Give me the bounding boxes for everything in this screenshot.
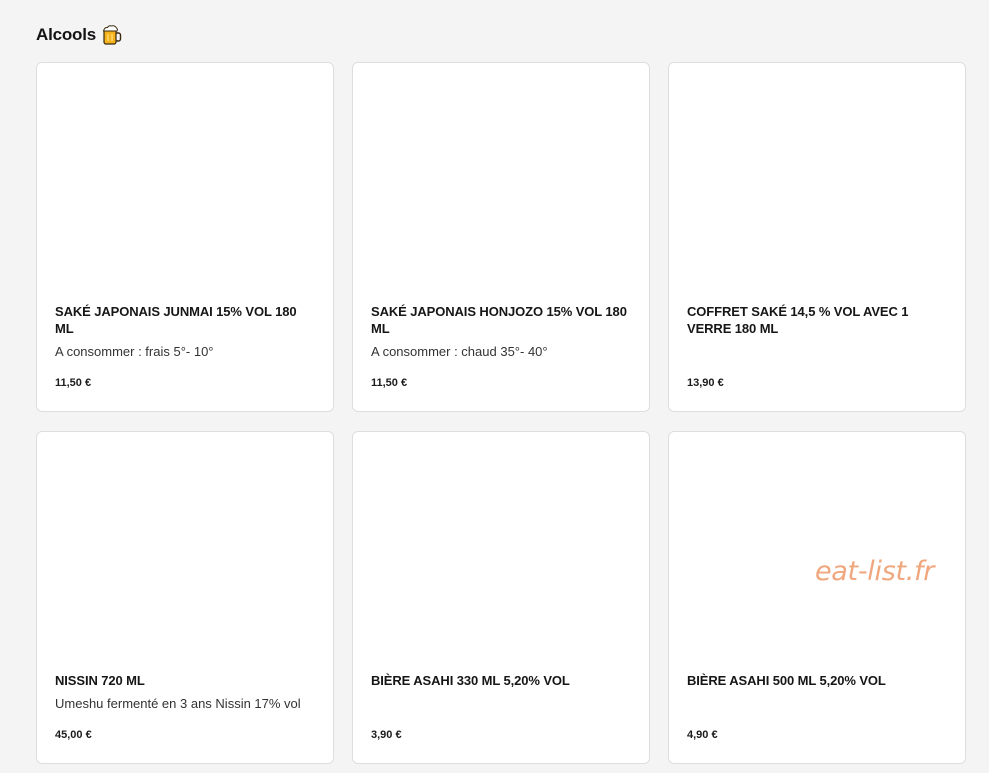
product-card-body: SAKÉ JAPONAIS JUNMAI 15% VOL 180 ML A co… — [55, 303, 315, 360]
section-title: Alcools — [36, 25, 97, 44]
product-title: SAKÉ JAPONAIS HONJOZO 15% VOL 180 ML — [371, 304, 627, 336]
product-card[interactable]: BIÈRE ASAHI 500 ML 5,20% VOL 4,90 € — [668, 431, 966, 764]
beer-mug-icon — [102, 24, 122, 46]
product-card[interactable]: SAKÉ JAPONAIS JUNMAI 15% VOL 180 ML A co… — [36, 62, 334, 412]
product-card[interactable]: COFFRET SAKÉ 14,5 % VOL AVEC 1 VERRE 180… — [668, 62, 966, 412]
product-card-body: COFFRET SAKÉ 14,5 % VOL AVEC 1 VERRE 180… — [687, 303, 947, 360]
product-title: COFFRET SAKÉ 14,5 % VOL AVEC 1 VERRE 180… — [687, 304, 909, 336]
product-description: A consommer : frais 5°- 10° — [55, 344, 214, 359]
product-price: 4,90 € — [687, 729, 718, 741]
product-card-body: SAKÉ JAPONAIS HONJOZO 15% VOL 180 ML A c… — [371, 303, 631, 360]
product-price: 3,90 € — [371, 729, 402, 741]
product-price: 13,90 € — [687, 377, 724, 389]
product-price: 11,50 € — [55, 377, 92, 389]
product-title: NISSIN 720 ML — [55, 673, 145, 688]
product-card-body: NISSIN 720 ML Umeshu fermenté en 3 ans N… — [55, 672, 315, 712]
watermark: eat-list.fr — [815, 556, 935, 587]
product-card[interactable]: NISSIN 720 ML Umeshu fermenté en 3 ans N… — [36, 431, 334, 764]
product-description: Umeshu fermenté en 3 ans Nissin 17% vol — [55, 696, 301, 711]
section-header: Alcools — [36, 24, 122, 46]
product-description: A consommer : chaud 35°- 40° — [371, 344, 548, 359]
product-card[interactable]: SAKÉ JAPONAIS HONJOZO 15% VOL 180 ML A c… — [352, 62, 650, 412]
product-card-body: BIÈRE ASAHI 330 ML 5,20% VOL — [371, 672, 631, 712]
product-description — [371, 695, 631, 712]
product-description — [687, 343, 947, 360]
product-title: BIÈRE ASAHI 330 ML 5,20% VOL — [371, 673, 570, 688]
product-title: SAKÉ JAPONAIS JUNMAI 15% VOL 180 ML — [55, 304, 297, 336]
product-description — [687, 695, 947, 712]
product-price: 45,00 € — [55, 729, 92, 741]
product-title: BIÈRE ASAHI 500 ML 5,20% VOL — [687, 673, 886, 688]
product-grid: SAKÉ JAPONAIS JUNMAI 15% VOL 180 ML A co… — [36, 62, 966, 764]
product-card-body: BIÈRE ASAHI 500 ML 5,20% VOL — [687, 672, 947, 712]
product-price: 11,50 € — [371, 377, 408, 389]
product-card[interactable]: BIÈRE ASAHI 330 ML 5,20% VOL 3,90 € — [352, 431, 650, 764]
